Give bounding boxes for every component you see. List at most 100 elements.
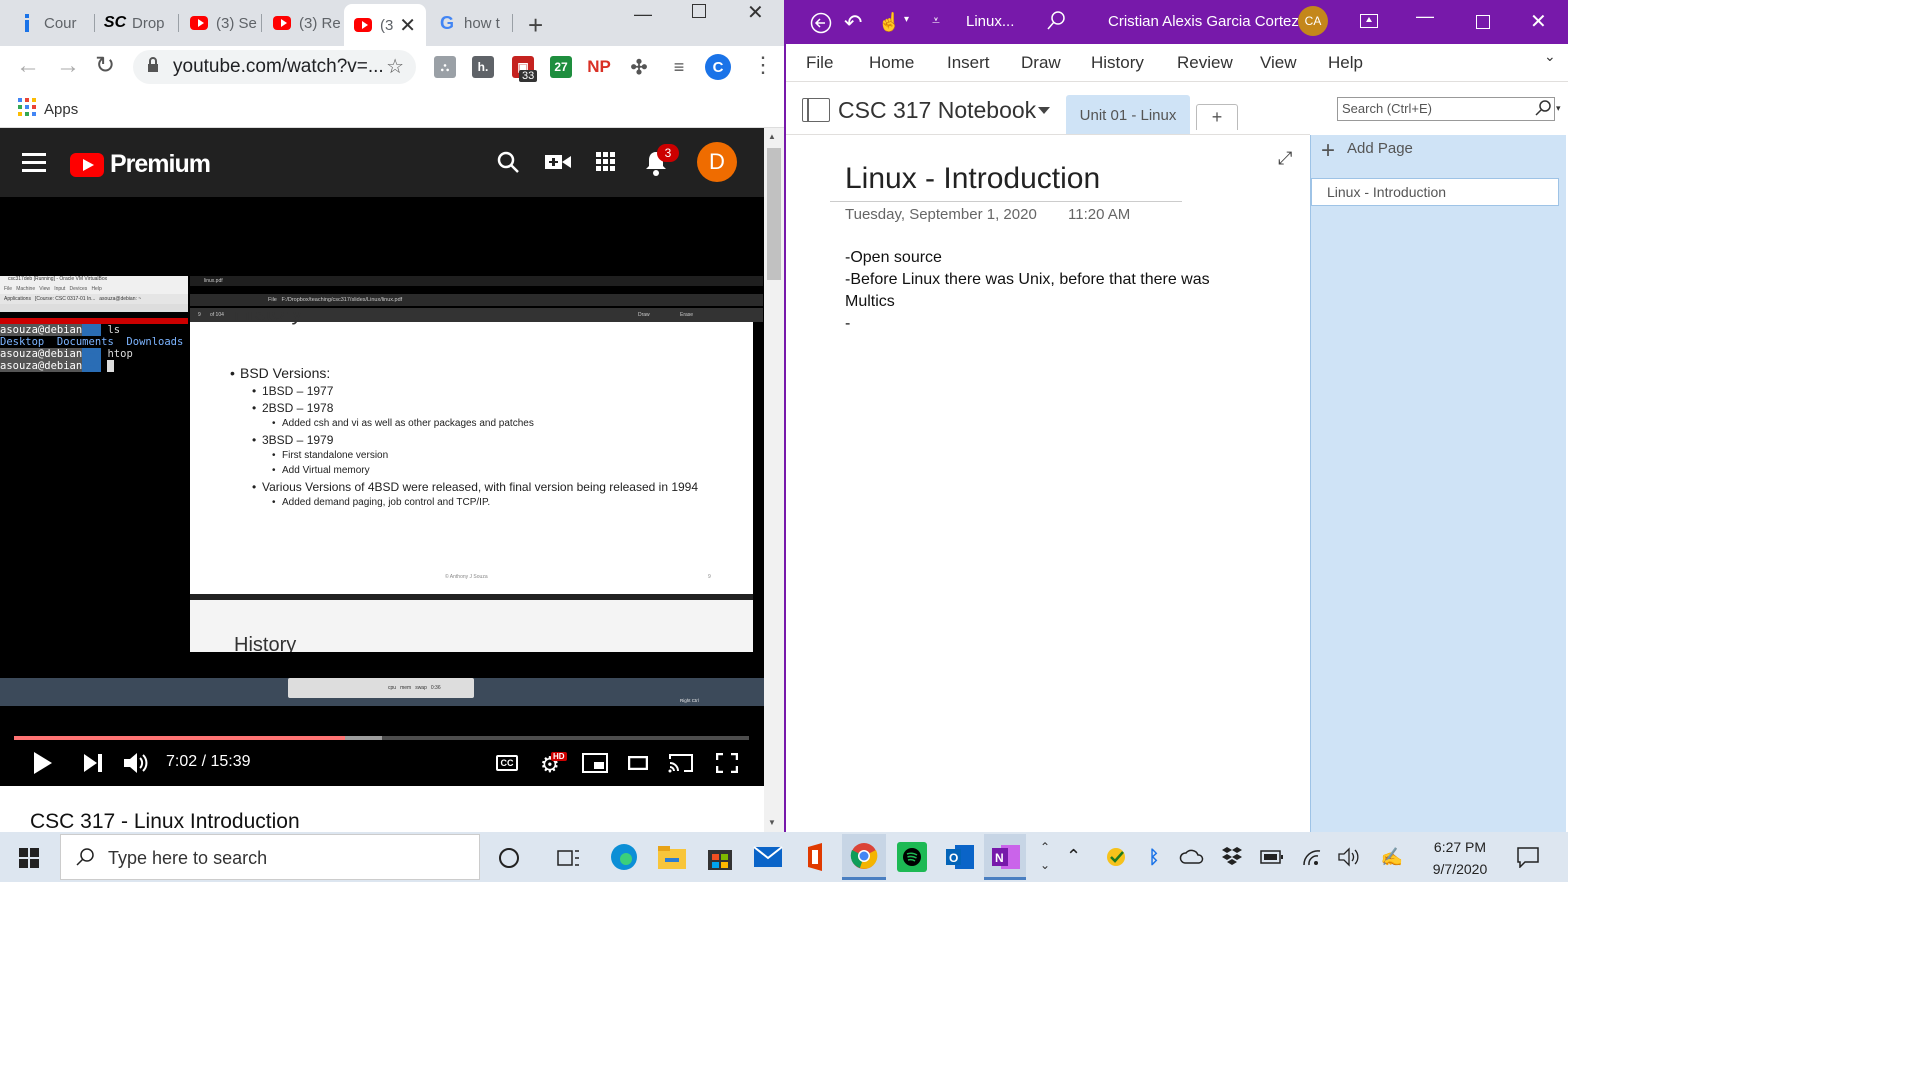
- taskbar-clock[interactable]: 6:27 PM 9/7/2020: [1418, 836, 1502, 880]
- ribbon-display-icon[interactable]: [1360, 14, 1378, 28]
- address-bar[interactable]: youtube.com/watch?v=... ☆: [133, 50, 416, 84]
- add-page-button[interactable]: Add Page: [1347, 140, 1413, 157]
- search-scope-chevron-icon[interactable]: ▾: [1556, 103, 1561, 114]
- notebook-name[interactable]: CSC 317 Notebook: [838, 97, 1036, 124]
- chrome-taskbar-item[interactable]: [842, 834, 886, 880]
- create-video-icon[interactable]: [545, 152, 571, 172]
- outlook-icon[interactable]: O: [944, 841, 976, 873]
- menu-help[interactable]: Help: [1328, 53, 1363, 73]
- minimize-button[interactable]: —: [634, 4, 652, 25]
- page-title[interactable]: Linux - Introduction: [845, 162, 1100, 196]
- minimize-button[interactable]: —: [1416, 6, 1434, 27]
- menu-home[interactable]: Home: [869, 53, 914, 73]
- cortana-icon[interactable]: [499, 848, 519, 868]
- tab-course[interactable]: Cour: [8, 8, 96, 38]
- menu-draw[interactable]: Draw: [1021, 53, 1061, 73]
- maximize-button[interactable]: [1476, 15, 1490, 29]
- tab-youtube-1[interactable]: (3) Se: [180, 8, 260, 38]
- pen-workspace-icon[interactable]: ✍: [1376, 841, 1408, 873]
- page-item[interactable]: Linux - Introduction: [1311, 178, 1559, 206]
- speaker-icon[interactable]: [1334, 841, 1366, 873]
- chrome-menu-icon[interactable]: ⋮: [752, 54, 774, 76]
- captions-button[interactable]: CC: [496, 755, 518, 771]
- spotify-icon[interactable]: [896, 841, 928, 873]
- add-section-button[interactable]: +: [1196, 104, 1238, 130]
- maximize-button[interactable]: [692, 4, 706, 18]
- next-video-icon[interactable]: [84, 754, 102, 772]
- np-extension-icon[interactable]: NP: [587, 56, 611, 78]
- search-icon[interactable]: [1534, 99, 1552, 122]
- store-icon[interactable]: [704, 841, 736, 873]
- search-icon[interactable]: [1046, 10, 1066, 37]
- scroll-thumb[interactable]: [767, 148, 781, 280]
- page-scrollbar[interactable]: ▲ ▼: [764, 128, 784, 832]
- file-explorer-icon[interactable]: [656, 841, 688, 873]
- cast-icon[interactable]: [668, 753, 694, 773]
- apps-shortcut[interactable]: Apps: [18, 98, 78, 121]
- tab-youtube-2[interactable]: (3) Re: [263, 8, 343, 38]
- expand-icon[interactable]: ⤢: [1278, 148, 1292, 169]
- apps-grid-icon[interactable]: [596, 152, 616, 172]
- extension-icon[interactable]: ⛬: [434, 56, 456, 78]
- onedrive-icon[interactable]: [1176, 841, 1208, 873]
- close-window-button[interactable]: ✕: [1530, 9, 1547, 34]
- new-tab-button[interactable]: +: [528, 10, 543, 41]
- bookmark-star-icon[interactable]: ☆: [386, 54, 404, 79]
- battery-icon[interactable]: [1256, 841, 1288, 873]
- chevron-down-icon[interactable]: ▾: [904, 14, 909, 25]
- onenote-search-input[interactable]: Search (Ctrl+E): [1337, 97, 1555, 121]
- back-icon[interactable]: ←: [16, 52, 40, 80]
- reload-icon[interactable]: ↻: [95, 51, 115, 80]
- puzzle-icon[interactable]: ✣: [628, 56, 650, 79]
- task-view-icon[interactable]: [556, 847, 580, 874]
- touch-mode-icon[interactable]: ☝: [878, 12, 900, 33]
- youtube-avatar[interactable]: D: [697, 142, 737, 182]
- menu-view[interactable]: View: [1260, 53, 1297, 73]
- edge-icon[interactable]: [608, 841, 640, 873]
- customize-toolbar-icon[interactable]: ⩡: [932, 12, 940, 29]
- menu-file[interactable]: File: [806, 53, 833, 73]
- search-icon[interactable]: [496, 150, 520, 174]
- taskbar-search-box[interactable]: Type here to search: [60, 834, 480, 880]
- miniplayer-icon[interactable]: [582, 753, 608, 773]
- tab-youtube-active[interactable]: (3 ✕: [344, 4, 426, 46]
- calendar-extension-icon[interactable]: 27: [550, 56, 572, 78]
- tab-google[interactable]: G how t: [428, 8, 510, 38]
- show-hidden-icons-icon[interactable]: ⌃: [1066, 846, 1081, 867]
- fullscreen-icon[interactable]: [716, 753, 738, 773]
- mail-icon[interactable]: [752, 841, 784, 873]
- bluetooth-icon[interactable]: ᛒ: [1138, 841, 1170, 873]
- note-body[interactable]: -Open source -Before Linux there was Uni…: [845, 247, 1210, 335]
- profile-avatar[interactable]: C: [705, 54, 731, 80]
- windows-start-icon[interactable]: [19, 848, 39, 873]
- ribbon-chevron-icon[interactable]: ⌄: [1544, 48, 1556, 65]
- theater-mode-icon[interactable]: [628, 756, 648, 770]
- norton-icon[interactable]: [1100, 841, 1132, 873]
- progress-bar[interactable]: [14, 736, 749, 740]
- youtube-logo[interactable]: Premium: [70, 150, 211, 179]
- dropbox-icon[interactable]: [1216, 841, 1248, 873]
- onenote-taskbar-item[interactable]: N: [984, 834, 1026, 880]
- action-center-icon[interactable]: [1516, 846, 1540, 873]
- forward-icon[interactable]: →: [56, 52, 80, 80]
- taskbar-scroll-arrows[interactable]: ⌃ ⌄: [1040, 838, 1050, 874]
- undo-icon[interactable]: ↶: [844, 10, 862, 36]
- notebook-dropdown-icon[interactable]: [1038, 107, 1050, 114]
- section-tab-unit01[interactable]: Unit 01 - Linux: [1066, 95, 1190, 135]
- notebook-icon[interactable]: [802, 98, 830, 122]
- close-tab-icon[interactable]: ✕: [399, 13, 416, 38]
- back-icon[interactable]: [810, 12, 832, 39]
- wifi-icon[interactable]: [1296, 841, 1328, 873]
- tab-dropbox[interactable]: SC Drop: [96, 8, 178, 38]
- menu-insert[interactable]: Insert: [947, 53, 990, 73]
- media-control-icon[interactable]: ≡: [668, 56, 690, 78]
- close-window-button[interactable]: ✕: [747, 0, 764, 25]
- user-avatar[interactable]: CA: [1298, 6, 1328, 36]
- menu-history[interactable]: History: [1091, 53, 1144, 73]
- add-page-icon[interactable]: +: [1321, 137, 1335, 165]
- user-name[interactable]: Cristian Alexis Garcia Cortez: [1108, 13, 1299, 30]
- volume-icon[interactable]: [124, 752, 150, 774]
- honey-extension-icon[interactable]: h.: [472, 56, 494, 78]
- play-icon[interactable]: [32, 752, 52, 774]
- hamburger-menu-icon[interactable]: [20, 150, 48, 174]
